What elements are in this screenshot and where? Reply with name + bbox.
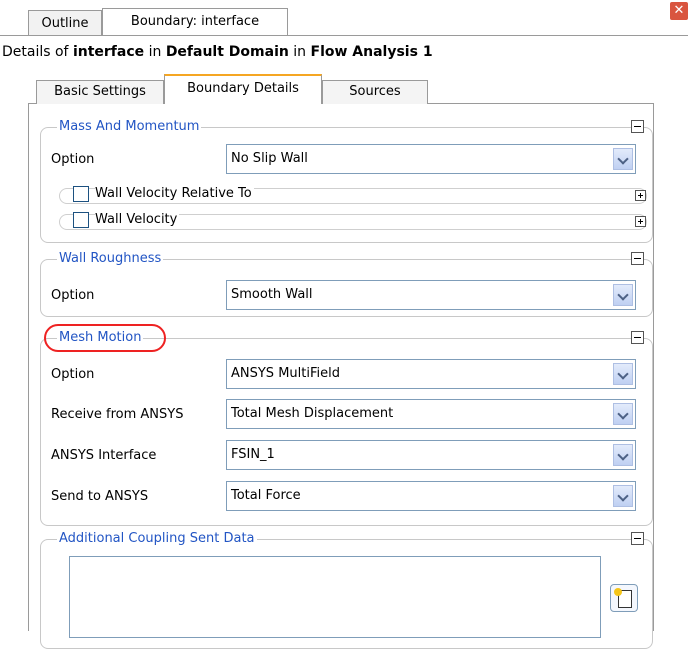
mass-option-select[interactable]: No Slip Wall (226, 144, 636, 174)
wall-velocity-label: Wall Velocity (95, 212, 180, 227)
expand-icon[interactable] (635, 216, 646, 227)
chevron-down-icon[interactable] (613, 363, 633, 385)
chevron-down-icon[interactable] (613, 403, 633, 425)
send-label: Send to ANSYS (51, 489, 149, 504)
receive-row: Receive from ANSYS Total Mesh Displaceme… (51, 399, 641, 429)
chevron-down-icon[interactable] (613, 444, 633, 466)
group-wall-roughness: Wall Roughness Option Smooth Wall (40, 251, 653, 317)
mass-option-row: Option No Slip Wall (51, 144, 641, 174)
group-title: Mass And Momentum (57, 119, 202, 135)
interface-row: ANSYS Interface FSIN_1 (51, 440, 641, 470)
tab-divider (0, 35, 688, 36)
new-item-button[interactable] (610, 584, 638, 612)
mesh-option-select[interactable]: ANSYS MultiField (226, 359, 636, 389)
sparkle-icon (614, 588, 622, 596)
details-mid1: in (144, 44, 166, 60)
coupling-list[interactable] (69, 556, 601, 638)
send-value: Total Force (231, 488, 301, 503)
interface-value: FSIN_1 (231, 447, 275, 462)
collapse-icon[interactable] (631, 532, 644, 545)
details-mid2: in (288, 44, 311, 60)
tab-sources[interactable]: Sources (322, 80, 428, 104)
details-object: interface (72, 44, 145, 60)
group-title: Wall Roughness (57, 251, 164, 267)
roughness-option-label: Option (51, 288, 95, 303)
chevron-down-icon[interactable] (613, 284, 633, 306)
receive-label: Receive from ANSYS (51, 407, 184, 422)
details-domain: Default Domain (165, 44, 289, 60)
interface-select[interactable]: FSIN_1 (226, 440, 636, 470)
details-heading: Details of interface in Default Domain i… (2, 44, 433, 60)
roughness-option-select[interactable]: Smooth Wall (226, 280, 636, 310)
collapse-icon[interactable] (631, 120, 644, 133)
roughness-option-row: Option Smooth Wall (51, 280, 641, 310)
roughness-option-value: Smooth Wall (231, 287, 313, 302)
collapse-icon[interactable] (631, 331, 644, 344)
top-tab-bar: Outline Boundary: interface ✕ (0, 0, 688, 36)
mass-option-value: No Slip Wall (231, 151, 308, 166)
close-icon[interactable]: ✕ (670, 2, 688, 20)
group-additional-coupling: Additional Coupling Sent Data (40, 531, 653, 649)
receive-value: Total Mesh Displacement (231, 406, 394, 421)
mesh-option-label: Option (51, 367, 95, 382)
interface-label: ANSYS Interface (51, 448, 157, 463)
mass-option-label: Option (51, 152, 95, 167)
receive-select[interactable]: Total Mesh Displacement (226, 399, 636, 429)
group-mass-and-momentum: Mass And Momentum Option No Slip Wall Wa… (40, 119, 653, 243)
wall-velocity-checkbox[interactable] (73, 212, 89, 228)
expand-icon[interactable] (635, 190, 646, 201)
details-prefix: Details of (2, 44, 73, 60)
wall-velocity-row: Wall Velocity (59, 210, 649, 232)
chevron-down-icon[interactable] (613, 485, 633, 507)
tab-boundary-interface[interactable]: Boundary: interface (102, 8, 288, 36)
mesh-option-value: ANSYS MultiField (231, 366, 340, 381)
group-mesh-motion: Mesh Motion Option ANSYS MultiField Rece… (40, 330, 653, 526)
details-analysis: Flow Analysis 1 (310, 44, 433, 60)
sub-tab-bar: Basic Settings Boundary Details Sources (28, 72, 648, 104)
tab-outline[interactable]: Outline (28, 10, 102, 36)
annotation-highlight (44, 324, 166, 352)
send-select[interactable]: Total Force (226, 481, 636, 511)
group-title: Additional Coupling Sent Data (57, 531, 257, 547)
mesh-option-row: Option ANSYS MultiField (51, 359, 641, 389)
send-row: Send to ANSYS Total Force (51, 481, 641, 511)
tab-basic-settings[interactable]: Basic Settings (36, 80, 164, 104)
chevron-down-icon[interactable] (613, 148, 633, 170)
wall-velocity-relative-label: Wall Velocity Relative To (95, 186, 254, 201)
collapse-icon[interactable] (631, 252, 644, 265)
wall-velocity-relative-row: Wall Velocity Relative To (59, 184, 649, 206)
tab-boundary-details[interactable]: Boundary Details (164, 74, 322, 104)
wall-velocity-relative-checkbox[interactable] (73, 186, 89, 202)
